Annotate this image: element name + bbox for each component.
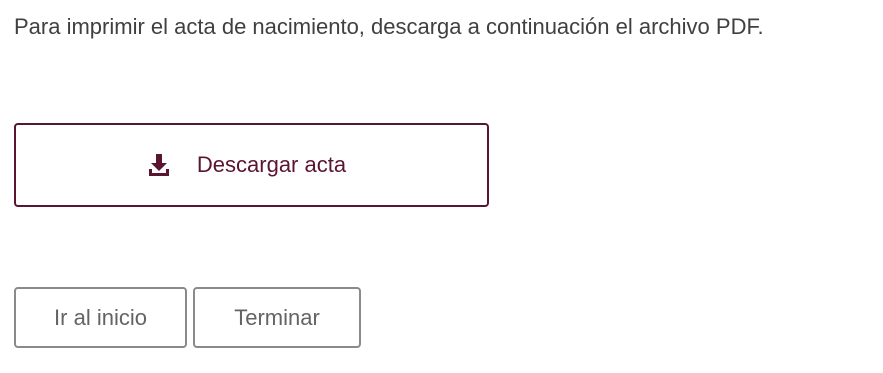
download-button-label: Descargar acta — [196, 152, 347, 177]
instruction-text: Para imprimir el acta de nacimiento, des… — [14, 14, 764, 39]
download-certificate-button[interactable]: Descargar acta — [14, 123, 489, 207]
page: Para imprimir el acta de nacimiento, des… — [0, 0, 883, 373]
download-icon — [147, 153, 171, 177]
finish-button[interactable]: Terminar — [193, 287, 361, 348]
go-home-button[interactable]: Ir al inicio — [14, 287, 187, 348]
